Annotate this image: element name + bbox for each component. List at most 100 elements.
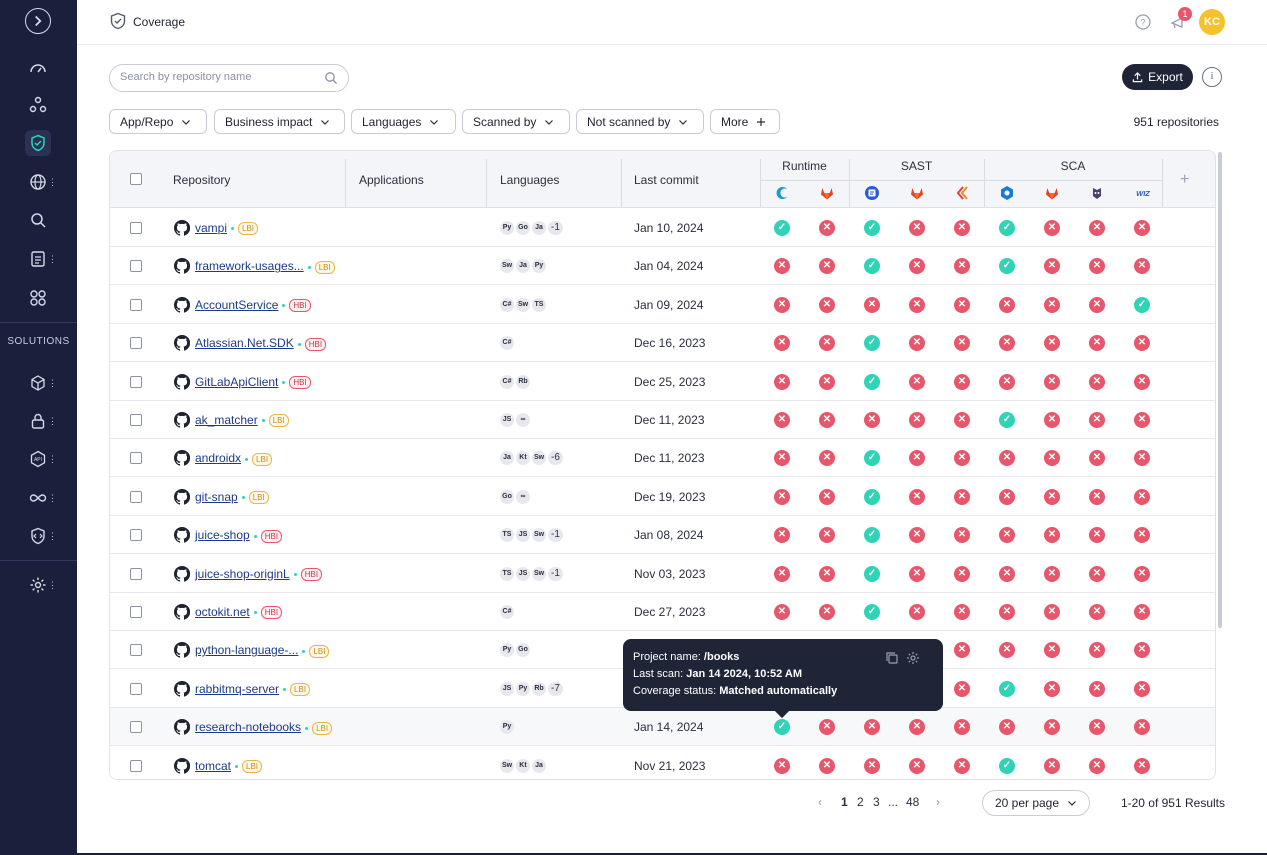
row-checkbox[interactable] (130, 644, 142, 657)
not-covered-x-icon[interactable]: ✕ (954, 565, 970, 582)
repository-link[interactable]: GitLabApiClient HBI (195, 375, 311, 389)
not-covered-x-icon[interactable]: ✕ (999, 373, 1015, 390)
table-row[interactable]: Atlassian.Net.SDK HBI C# Dec 16, 2023 ✕ ✕ ✓ ✕ ✕ ✕… (110, 324, 1215, 363)
not-covered-x-icon[interactable]: ✕ (819, 220, 835, 236)
add-column-icon[interactable]: + (1180, 171, 1189, 189)
filter-business-impact[interactable]: Business impact (214, 109, 345, 134)
not-covered-x-icon[interactable]: ✕ (1044, 412, 1060, 428)
row-checkbox[interactable] (130, 682, 142, 695)
repository-link[interactable]: Atlassian.Net.SDK HBI (195, 336, 327, 351)
covered-check-icon[interactable]: ✓ (864, 450, 880, 467)
not-covered-x-icon[interactable]: ✕ (1089, 642, 1105, 659)
not-covered-x-icon[interactable]: ✕ (954, 258, 970, 275)
search-input[interactable] (120, 71, 320, 83)
not-covered-x-icon[interactable]: ✕ (909, 373, 925, 390)
not-covered-x-icon[interactable]: ✕ (819, 335, 835, 352)
not-covered-x-icon[interactable]: ✕ (819, 604, 835, 620)
not-covered-x-icon[interactable]: ✕ (909, 335, 925, 352)
covered-check-icon[interactable]: ✓ (864, 373, 880, 390)
not-covered-x-icon[interactable]: ✕ (909, 450, 925, 467)
row-checkbox[interactable] (130, 721, 142, 734)
header-repository[interactable]: Repository (173, 173, 230, 187)
not-covered-x-icon[interactable]: ✕ (1044, 642, 1060, 659)
table-row[interactable]: AccountService HBI C# Sw TS Jan 09, 2024 ✕ ✕ ✕ ✕ ✕… (110, 285, 1215, 324)
not-covered-x-icon[interactable]: ✕ (774, 450, 790, 467)
more-languages-badge[interactable]: -1 (548, 528, 563, 543)
row-checkbox[interactable] (130, 529, 142, 542)
not-covered-x-icon[interactable]: ✕ (999, 296, 1015, 313)
repository-link[interactable]: octokit.net HBI (195, 605, 283, 620)
table-row[interactable]: octokit.net HBI C# Dec 27, 2023 ✕ ✕ ✓ ✕ ✕ ✕ ✕ ✕ ✕ (110, 593, 1215, 631)
filter-more[interactable]: More (710, 109, 780, 134)
repository-link[interactable]: git-snap LBI (195, 490, 269, 505)
not-covered-x-icon[interactable]: ✕ (909, 220, 925, 236)
copy-icon[interactable] (885, 651, 899, 665)
settings-icon[interactable] (906, 651, 920, 665)
not-covered-x-icon[interactable]: ✕ (1044, 680, 1060, 697)
infinity-icon[interactable]: ⋮ (25, 485, 57, 511)
covered-check-icon[interactable]: ✓ (999, 757, 1015, 774)
row-checkbox[interactable] (130, 759, 142, 772)
not-covered-x-icon[interactable]: ✕ (774, 757, 790, 774)
not-covered-x-icon[interactable]: ✕ (774, 412, 790, 428)
report-icon[interactable]: ⋮ (25, 246, 57, 272)
repository-link[interactable]: juice-shop HBI (195, 528, 283, 543)
not-covered-x-icon[interactable]: ✕ (1044, 258, 1060, 275)
covered-check-icon[interactable]: ✓ (864, 565, 880, 582)
row-checkbox[interactable] (130, 222, 142, 234)
row-checkbox[interactable] (130, 337, 142, 350)
not-covered-x-icon[interactable]: ✕ (954, 680, 970, 697)
more-languages-badge[interactable]: -1 (548, 566, 563, 581)
not-covered-x-icon[interactable]: ✕ (1044, 604, 1060, 620)
shield-check-icon[interactable] (25, 130, 51, 156)
repository-name[interactable]: GitLabApiClient (195, 375, 278, 389)
not-covered-x-icon[interactable]: ✕ (774, 335, 790, 352)
not-covered-x-icon[interactable]: ✕ (909, 258, 925, 275)
not-covered-x-icon[interactable]: ✕ (774, 258, 790, 275)
not-covered-x-icon[interactable]: ✕ (1089, 604, 1105, 620)
repository-name[interactable]: framework-usages... (195, 259, 304, 273)
globe-icon[interactable]: ⋮ (25, 169, 57, 195)
row-checkbox[interactable] (130, 606, 142, 618)
prev-page-button[interactable]: ‹ (818, 795, 822, 809)
not-covered-x-icon[interactable]: ✕ (1134, 604, 1150, 620)
info-icon[interactable]: i (1202, 67, 1222, 87)
covered-check-icon[interactable]: ✓ (864, 527, 880, 544)
page-3[interactable]: 3 (873, 795, 880, 809)
filter-app-repo[interactable]: App/Repo (109, 109, 207, 134)
row-checkbox[interactable] (130, 414, 142, 426)
not-covered-x-icon[interactable]: ✕ (954, 450, 970, 467)
filter-languages[interactable]: Languages (351, 109, 456, 134)
repository-name[interactable]: ak_matcher (195, 413, 258, 427)
avatar[interactable]: KC (1199, 9, 1225, 35)
repository-name[interactable]: juice-shop-originL (195, 567, 290, 581)
page-2[interactable]: 2 (857, 795, 864, 809)
covered-check-icon[interactable]: ✓ (999, 220, 1015, 236)
not-covered-x-icon[interactable]: ✕ (1134, 258, 1150, 275)
integrations-icon[interactable] (25, 285, 51, 311)
not-covered-x-icon[interactable]: ✕ (819, 719, 835, 736)
not-covered-x-icon[interactable]: ✕ (1134, 335, 1150, 352)
not-covered-x-icon[interactable]: ✕ (1134, 488, 1150, 505)
repository-name[interactable]: research-notebooks (195, 720, 301, 734)
repository-name[interactable]: Atlassian.Net.SDK (195, 336, 294, 350)
not-covered-x-icon[interactable]: ✕ (819, 373, 835, 390)
search-icon[interactable] (324, 71, 338, 85)
not-covered-x-icon[interactable]: ✕ (909, 527, 925, 544)
repository-name[interactable]: juice-shop (195, 528, 250, 542)
not-covered-x-icon[interactable]: ✕ (1134, 757, 1150, 774)
not-covered-x-icon[interactable]: ✕ (954, 757, 970, 774)
table-row[interactable]: git-snap LBI Go ∞ Dec 19, 2023 ✕ ✕ ✓ ✕ ✕ ✕ ✕ ✕ ✕ (110, 477, 1215, 516)
lock-icon[interactable]: ⋮ (25, 408, 57, 434)
not-covered-x-icon[interactable]: ✕ (819, 565, 835, 582)
not-covered-x-icon[interactable]: ✕ (1044, 719, 1060, 736)
not-covered-x-icon[interactable]: ✕ (909, 488, 925, 505)
not-covered-x-icon[interactable]: ✕ (954, 527, 970, 544)
not-covered-x-icon[interactable]: ✕ (1044, 565, 1060, 582)
export-button[interactable]: Export (1122, 64, 1193, 90)
not-covered-x-icon[interactable]: ✕ (1044, 757, 1060, 774)
graph-icon[interactable] (25, 92, 51, 118)
not-covered-x-icon[interactable]: ✕ (819, 450, 835, 467)
repository-name[interactable]: AccountService (195, 298, 278, 312)
repository-name[interactable]: androidx (195, 451, 241, 465)
